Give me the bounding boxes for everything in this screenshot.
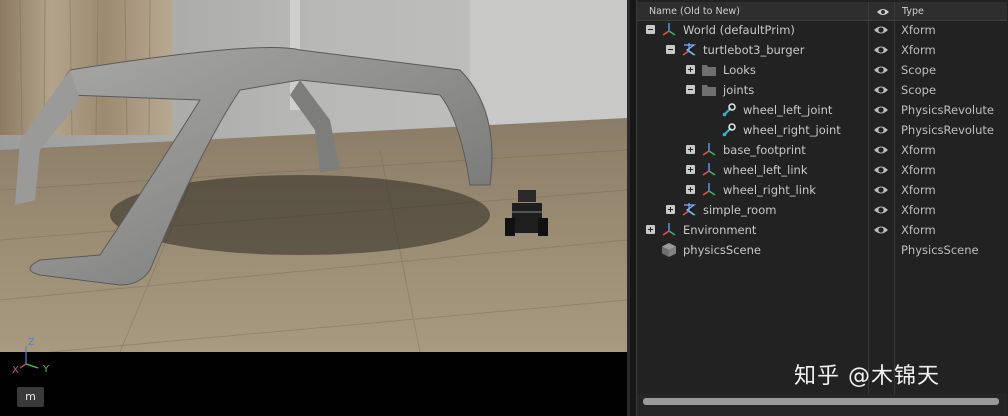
viewport-status-strip: [0, 352, 627, 416]
eye-icon: [877, 9, 889, 15]
tree-row-label: Looks: [723, 63, 756, 77]
tree-row-label: joints: [723, 83, 755, 97]
tree-row-label: wheel_right_link: [723, 183, 816, 197]
expand-toggle[interactable]: [686, 145, 695, 154]
tree-row[interactable]: World (defaultPrim) Xform: [637, 20, 1007, 40]
watermark-text: 知乎 @木锦天: [794, 364, 940, 389]
tree-row-type: Xform: [901, 203, 936, 217]
xform-icon: [701, 162, 717, 178]
revolute-joint-icon: [721, 122, 737, 138]
stage-panel: Name (Old to New) Type World (defaultPri…: [636, 0, 1008, 416]
tree-row[interactable]: Looks Scope: [637, 60, 1007, 80]
tree-row-type: Xform: [901, 43, 936, 57]
xform-icon: [701, 182, 717, 198]
mode-button[interactable]: m: [17, 387, 44, 407]
tree-row-type: PhysicsRevolute: [901, 123, 994, 137]
tree-row-type: Xform: [901, 163, 936, 177]
xform-icon: [701, 142, 717, 158]
tree-row-label: base_footprint: [723, 143, 806, 157]
tree-row-type: Xform: [901, 23, 936, 37]
tree-row[interactable]: base_footprint Xform: [637, 140, 1007, 160]
tree-row[interactable]: simple_room Xform: [637, 200, 1007, 220]
collapse-toggle[interactable]: [666, 45, 675, 54]
tree-row[interactable]: wheel_right_joint PhysicsRevolute: [637, 120, 1007, 140]
tree-row[interactable]: joints Scope: [637, 80, 1007, 100]
folder-icon: [701, 62, 717, 78]
tree-row-type: Scope: [901, 63, 937, 77]
tree-row-type: Xform: [901, 183, 936, 197]
axis-x-label: X: [12, 365, 19, 376]
articulation-icon: [681, 202, 697, 218]
column-header-name[interactable]: Name (Old to New): [649, 2, 740, 21]
tree-row-label: wheel_right_joint: [743, 123, 841, 137]
visibility-eye-icon[interactable]: [873, 183, 889, 197]
tree-row[interactable]: Environment Xform: [637, 220, 1007, 240]
folder-icon: [701, 82, 717, 98]
collapse-toggle[interactable]: [686, 85, 695, 94]
expand-toggle[interactable]: [686, 65, 695, 74]
stage-header: Name (Old to New) Type: [637, 2, 1007, 21]
visibility-eye-icon[interactable]: [873, 163, 889, 177]
revolute-joint-icon: [721, 102, 737, 118]
visibility-eye-icon[interactable]: [873, 203, 889, 217]
tree-row-type: Xform: [901, 143, 936, 157]
visibility-eye-icon[interactable]: [873, 103, 889, 117]
tree-row-label: wheel_left_joint: [743, 103, 833, 117]
tree-row[interactable]: wheel_left_link Xform: [637, 160, 1007, 180]
viewport[interactable]: Z X Y m: [0, 0, 630, 416]
expand-toggle[interactable]: [686, 185, 695, 194]
tree-row[interactable]: turtlebot3_burger Xform: [637, 40, 1007, 60]
tree-row-type: PhysicsRevolute: [901, 103, 994, 117]
axis-z-label: Z: [28, 337, 35, 348]
tree-row-label: simple_room: [703, 203, 777, 217]
tree-row-label: World (defaultPrim): [683, 23, 795, 37]
xform-icon: [661, 222, 677, 238]
expand-toggle[interactable]: [666, 205, 675, 214]
viewport-scene[interactable]: [0, 0, 627, 352]
visibility-eye-icon[interactable]: [873, 83, 889, 97]
column-header-visibility[interactable]: [874, 2, 892, 21]
visibility-eye-icon[interactable]: [873, 123, 889, 137]
column-header-type[interactable]: Type: [902, 2, 924, 21]
cube-icon: [661, 242, 677, 258]
horizontal-scrollbar[interactable]: [643, 398, 999, 405]
tree-row[interactable]: wheel_left_joint PhysicsRevolute: [637, 100, 1007, 120]
tree-row-label: Environment: [683, 223, 757, 237]
expand-toggle[interactable]: [646, 225, 655, 234]
tree-row[interactable]: physicsScene PhysicsScene: [637, 240, 1007, 260]
visibility-eye-icon[interactable]: [873, 223, 889, 237]
tree-row-label: turtlebot3_burger: [703, 43, 805, 57]
tree-row-label: physicsScene: [683, 243, 761, 257]
articulation-icon: [681, 42, 697, 58]
tree-row-type: Xform: [901, 223, 936, 237]
visibility-eye-icon[interactable]: [873, 23, 889, 37]
xform-icon: [661, 22, 677, 38]
tree-row[interactable]: wheel_right_link Xform: [637, 180, 1007, 200]
expand-toggle[interactable]: [686, 165, 695, 174]
axis-gizmo: Z X Y: [6, 338, 56, 378]
tree-row-label: wheel_left_link: [723, 163, 808, 177]
tree-row-type: PhysicsScene: [901, 243, 979, 257]
collapse-toggle[interactable]: [646, 25, 655, 34]
tree-row-type: Scope: [901, 83, 937, 97]
visibility-eye-icon[interactable]: [873, 143, 889, 157]
visibility-eye-icon[interactable]: [873, 43, 889, 57]
axis-y-label: Y: [43, 364, 50, 375]
visibility-eye-icon[interactable]: [873, 63, 889, 77]
